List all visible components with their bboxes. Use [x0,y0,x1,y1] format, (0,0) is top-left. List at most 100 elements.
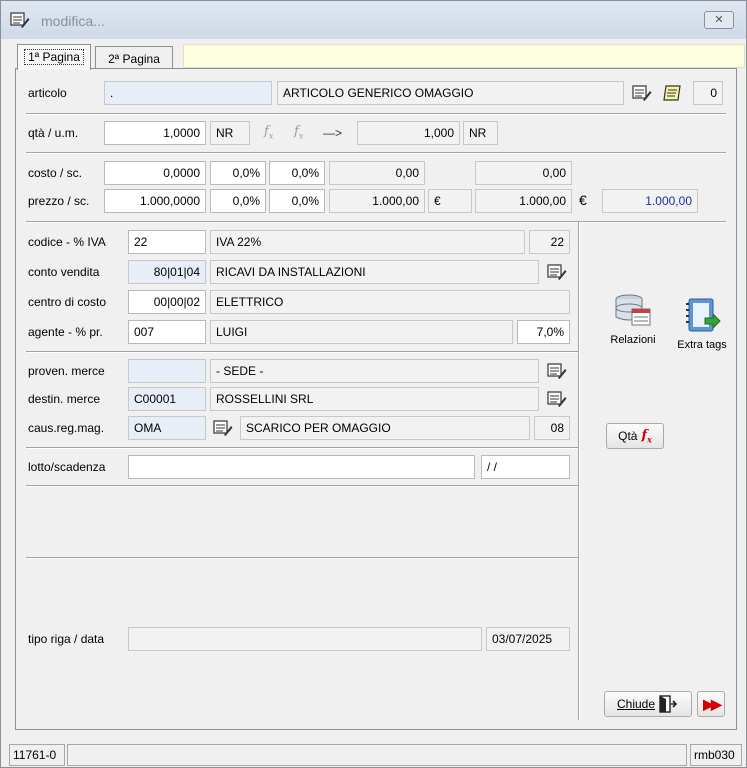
prezzo-net-field: 1.000,00 [329,189,425,213]
qta-fx-icon[interactable]: fx [264,124,273,141]
agente-percent-field[interactable]: 7,0% [517,320,570,344]
separator [26,447,578,449]
window: modifica... ✕ 1ª Pagina 2ª Pagina artico… [0,0,747,768]
costo-sc1-field[interactable]: 0,0% [210,161,266,185]
chiude-button[interactable]: Chiude [604,691,692,717]
relations-database-icon [615,294,651,326]
separator [26,485,578,487]
centro-description-field: ELETTRICO [210,290,570,314]
qta-value-field[interactable]: 1,0000 [104,121,206,145]
destin-description-field: ROSSELLINI SRL [210,387,539,411]
costo-value-field[interactable]: 0,0000 [104,161,206,185]
fx-icon: fx [641,427,652,445]
fast-forward-icon: ▶▶ [703,695,721,712]
status-program-code: rmb030 [690,744,742,766]
conto-description-field: RICAVI DA INSTALLAZIONI [210,260,539,284]
proven-lookup-button[interactable] [546,360,568,382]
tab-note-bar [183,44,745,68]
costo-sc2-field[interactable]: 0,0% [269,161,325,185]
caus-description-field: SCARICO PER OMAGGIO [240,416,530,440]
prezzo-label: prezzo / sc. [28,194,90,208]
proven-label: proven. merce [28,364,105,378]
scadenza-field[interactable]: / / [481,455,570,479]
vertical-separator [578,222,580,720]
tiporiga-label: tipo riga / data [28,632,105,646]
prezzo-sc2-field[interactable]: 0,0% [269,189,325,213]
status-bar: 11761-0 rmb030 [1,741,746,767]
separator [26,113,726,115]
agente-label: agente - % pr. [28,325,103,339]
extra-tags-button[interactable]: Extra tags [672,296,732,351]
tab-pagina-2[interactable]: 2ª Pagina [95,46,173,70]
close-button[interactable]: ✕ [704,11,734,29]
qta-formula-label: Qtà [618,429,638,443]
final-currency-label: € [579,192,587,208]
caus-lookup-button[interactable] [212,417,234,439]
status-message [67,744,687,766]
qta-formula-button[interactable]: Qtà fx [606,423,664,449]
iva-percent-field: 22 [529,230,570,254]
costo-net-field: 0,00 [329,161,425,185]
proven-description-field: - SEDE - [210,359,539,383]
articolo-count-field: 0 [693,81,723,105]
qta-fx2-icon[interactable]: fx [294,124,303,141]
qta-converted-unit-field: NR [463,121,498,145]
centro-label: centro di costo [28,295,107,309]
relazioni-button[interactable]: Relazioni [608,291,658,346]
window-title: modifica... [41,13,105,29]
edit-form-icon [547,391,567,407]
tab-label: 2ª Pagina [108,52,160,66]
articolo-note-button[interactable] [662,82,684,104]
qta-label: qtà / u.m. [28,126,79,140]
prezzo-final-field: 1.000,00 [602,189,698,213]
conto-code-field[interactable]: 80|01|04 [128,260,206,284]
iva-code-field[interactable]: 22 [128,230,206,254]
lotto-label: lotto/scadenza [28,460,106,474]
destin-code-field[interactable]: C00001 [128,387,206,411]
tab-label: 1ª Pagina [24,49,84,65]
qta-unit-field[interactable]: NR [210,121,250,145]
caus-num-field: 08 [534,416,570,440]
articolo-lookup-button[interactable] [631,82,653,104]
edit-form-icon [547,264,567,280]
articolo-label: articolo [28,86,67,100]
articolo-description-field[interactable]: ARTICOLO GENERICO OMAGGIO [277,81,624,105]
agente-code-field[interactable]: 007 [128,320,206,344]
articolo-code-field[interactable]: . [104,81,272,105]
costo-label: costo / sc. [28,166,83,180]
tiporiga-date-field: 03/07/2025 [486,627,570,651]
chiude-label: Chiude [616,697,656,711]
close-icon: ✕ [714,14,724,26]
main-panel: articolo . ARTICOLO GENERICO OMAGGIO 0 q… [15,68,737,730]
prezzo-value-field[interactable]: 1.000,0000 [104,189,206,213]
caus-code-field[interactable]: OMA [128,416,206,440]
edit-form-icon [10,12,30,28]
forward-button[interactable]: ▶▶ [697,691,725,717]
destin-label: destin. merce [28,392,101,406]
tiporiga-field [128,627,482,651]
tab-pagina-1[interactable]: 1ª Pagina [17,44,91,70]
separator [26,557,578,559]
edit-form-icon [213,420,233,436]
separator [26,351,578,353]
conversion-arrow: —> [323,126,343,140]
title-bar: modifica... ✕ [1,1,746,39]
separator [26,221,726,223]
iva-description-field: IVA 22% [210,230,525,254]
prezzo-sc1-field[interactable]: 0,0% [210,189,266,213]
edit-form-icon [547,363,567,379]
relazioni-label: Relazioni [610,334,656,346]
conto-label: conto vendita [28,265,100,279]
status-record-id: 11761-0 [9,744,65,766]
caus-label: caus.reg.mag. [28,421,105,435]
iva-label: codice - % IVA [28,235,106,249]
conto-lookup-button[interactable] [546,261,568,283]
destin-lookup-button[interactable] [546,388,568,410]
extra-tags-label: Extra tags [677,339,727,351]
proven-code-field[interactable] [128,359,206,383]
exit-door-icon [659,695,678,713]
prezzo-total-field: 1.000,00 [475,189,572,213]
lotto-field[interactable] [128,455,475,479]
notebook-tags-icon [686,298,721,332]
centro-code-field[interactable]: 00|00|02 [128,290,206,314]
